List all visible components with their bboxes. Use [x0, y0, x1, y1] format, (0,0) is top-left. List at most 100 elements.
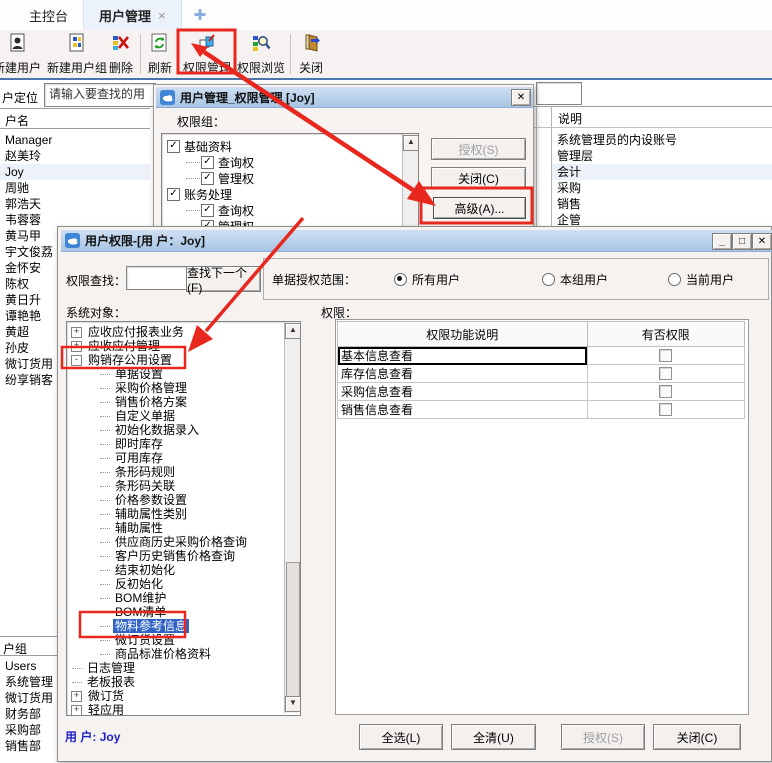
close-window-icon[interactable]: ✕	[752, 233, 772, 250]
close-button[interactable]: 关闭	[294, 32, 328, 78]
tree-item[interactable]: 条形码关联	[67, 479, 300, 493]
tree-item[interactable]: 采购价格管理	[67, 381, 300, 395]
perm-group-item[interactable]: ✓账务处理	[162, 186, 418, 202]
permission-manage-button[interactable]: 权限管理	[181, 32, 233, 78]
filter-input[interactable]	[536, 82, 582, 105]
tree-item[interactable]: 供应商历史采购价格查询	[67, 535, 300, 549]
perm-checkbox[interactable]	[659, 349, 672, 362]
perm-flag-cell[interactable]	[587, 383, 744, 401]
perm-group-item[interactable]: ✓基础资料	[162, 138, 418, 154]
dialog-close-icon[interactable]: ✕	[511, 89, 531, 106]
perm-table-row[interactable]: 基本信息查看	[338, 347, 745, 365]
tree-item[interactable]: 自定义单据	[67, 409, 300, 423]
tree-item[interactable]: 即时库存	[67, 437, 300, 451]
permission-view-button[interactable]: 权限浏览	[235, 32, 287, 78]
tree-item[interactable]: 物料参考信息	[67, 619, 300, 633]
perm-group-item[interactable]: ✓查询权	[162, 202, 418, 218]
advanced-button[interactable]: 高级(A)...	[433, 197, 526, 219]
perm-group-item[interactable]: ✓管理权	[162, 170, 418, 186]
tree-item[interactable]: 初始化数据录入	[67, 423, 300, 437]
clear-all-button[interactable]: 全清(U)	[451, 724, 536, 750]
description-row[interactable]: 销售	[552, 196, 772, 212]
collapse-icon[interactable]: -	[71, 355, 82, 366]
perm-checkbox[interactable]	[659, 367, 672, 380]
checkbox-checked-icon[interactable]: ✓	[201, 156, 214, 169]
perm-desc-cell[interactable]: 采购信息查看	[338, 383, 588, 401]
radio-group-users[interactable]: 本组用户	[542, 271, 608, 288]
user-row[interactable]: Manager	[0, 132, 150, 148]
group-row[interactable]: 微订货用	[0, 690, 57, 706]
tree-item[interactable]: 辅助属性	[67, 521, 300, 535]
dialog-titlebar[interactable]: 用户权限-[用 户：Joy] _ □ ✕	[61, 230, 772, 252]
tree-item[interactable]: 条形码规则	[67, 465, 300, 479]
perm-flag-cell[interactable]	[587, 401, 744, 419]
checkbox-checked-icon[interactable]: ✓	[201, 204, 214, 217]
tree-item[interactable]: 价格参数设置	[67, 493, 300, 507]
close-dialog-button[interactable]: 关闭(C)	[653, 724, 741, 750]
minimize-icon[interactable]: _	[712, 233, 732, 250]
radio-all-users[interactable]: 所有用户	[394, 271, 460, 288]
group-row[interactable]: 销售部	[0, 738, 57, 754]
new-user-button[interactable]: 新建用户	[0, 32, 46, 78]
scrollbar[interactable]: ▲	[402, 134, 418, 232]
expand-icon[interactable]: +	[71, 691, 82, 702]
tree-item[interactable]: BOM维护	[67, 591, 300, 605]
tree-item[interactable]: 结束初始化	[67, 563, 300, 577]
perm-desc-cell[interactable]: 基本信息查看	[338, 347, 588, 365]
perm-desc-cell[interactable]: 库存信息查看	[338, 365, 588, 383]
tree-item[interactable]: 微订货设置	[67, 633, 300, 647]
tree-item[interactable]: BOM清单	[67, 605, 300, 619]
scroll-down-icon[interactable]: ▼	[285, 696, 301, 712]
add-tab-icon[interactable]: ✚	[182, 0, 219, 30]
tree-item[interactable]: 单据设置	[67, 367, 300, 381]
tree-item[interactable]: +轻应用	[67, 703, 300, 716]
delete-button[interactable]: 删除	[104, 32, 138, 78]
user-search-input[interactable]: 请输入要查找的用	[44, 83, 156, 107]
perm-table-row[interactable]: 采购信息查看	[338, 383, 745, 401]
perm-table-row[interactable]: 库存信息查看	[338, 365, 745, 383]
group-row[interactable]: 财务部	[0, 706, 57, 722]
description-row[interactable]: 管理层	[552, 148, 772, 164]
group-row[interactable]: Users	[0, 658, 57, 674]
tree-item[interactable]: 销售价格方案	[67, 395, 300, 409]
new-user-group-button[interactable]: 新建用户组	[46, 32, 108, 78]
find-next-button[interactable]: 查找下一个(F)	[186, 266, 261, 292]
tree-item[interactable]: +微订货	[67, 689, 300, 703]
scroll-up-icon[interactable]: ▲	[285, 323, 301, 339]
perm-desc-cell[interactable]: 销售信息查看	[338, 401, 588, 419]
description-row[interactable]: 会计	[552, 164, 772, 180]
scroll-thumb[interactable]	[286, 562, 300, 697]
tree-item[interactable]: 日志管理	[67, 661, 300, 675]
description-row[interactable]: 采购	[552, 180, 772, 196]
tree-item[interactable]: 老板报表	[67, 675, 300, 689]
perm-flag-cell[interactable]	[587, 365, 744, 383]
perm-checkbox[interactable]	[659, 403, 672, 416]
tree-item[interactable]: 客户历史销售价格查询	[67, 549, 300, 563]
select-all-button[interactable]: 全选(L)	[359, 724, 443, 750]
authorize-button[interactable]: 授权(S)	[561, 724, 645, 750]
refresh-button[interactable]: 刷新	[143, 32, 177, 78]
dialog-titlebar[interactable]: 用户管理_权限管理 [Joy] ✕	[156, 87, 534, 108]
checkbox-checked-icon[interactable]: ✓	[201, 172, 214, 185]
perm-flag-cell[interactable]	[587, 347, 744, 365]
user-row[interactable]: 周驰	[0, 180, 150, 196]
user-row[interactable]: Joy	[0, 164, 150, 180]
tree-item[interactable]: +应收应付报表业务	[67, 325, 300, 339]
expand-icon[interactable]: +	[71, 341, 82, 352]
authorize-button[interactable]: 授权(S)	[431, 138, 526, 160]
checkbox-checked-icon[interactable]: ✓	[167, 140, 180, 153]
perm-table-row[interactable]: 销售信息查看	[338, 401, 745, 419]
user-row[interactable]: 郭浩天	[0, 196, 150, 212]
tree-item[interactable]: 辅助属性类别	[67, 507, 300, 521]
maximize-icon[interactable]: □	[732, 233, 752, 250]
close-dialog-button[interactable]: 关闭(C)	[431, 167, 526, 189]
radio-current-user[interactable]: 当前用户	[668, 271, 734, 288]
perm-checkbox[interactable]	[659, 385, 672, 398]
tree-item[interactable]: 可用库存	[67, 451, 300, 465]
tree-item[interactable]: 反初始化	[67, 577, 300, 591]
group-row[interactable]: 系统管理	[0, 674, 57, 690]
perm-group-item[interactable]: ✓查询权	[162, 154, 418, 170]
tree-item[interactable]: -购销存公用设置	[67, 353, 300, 367]
tree-scrollbar[interactable]: ▲ ▼	[284, 322, 300, 713]
expand-icon[interactable]: +	[71, 327, 82, 338]
